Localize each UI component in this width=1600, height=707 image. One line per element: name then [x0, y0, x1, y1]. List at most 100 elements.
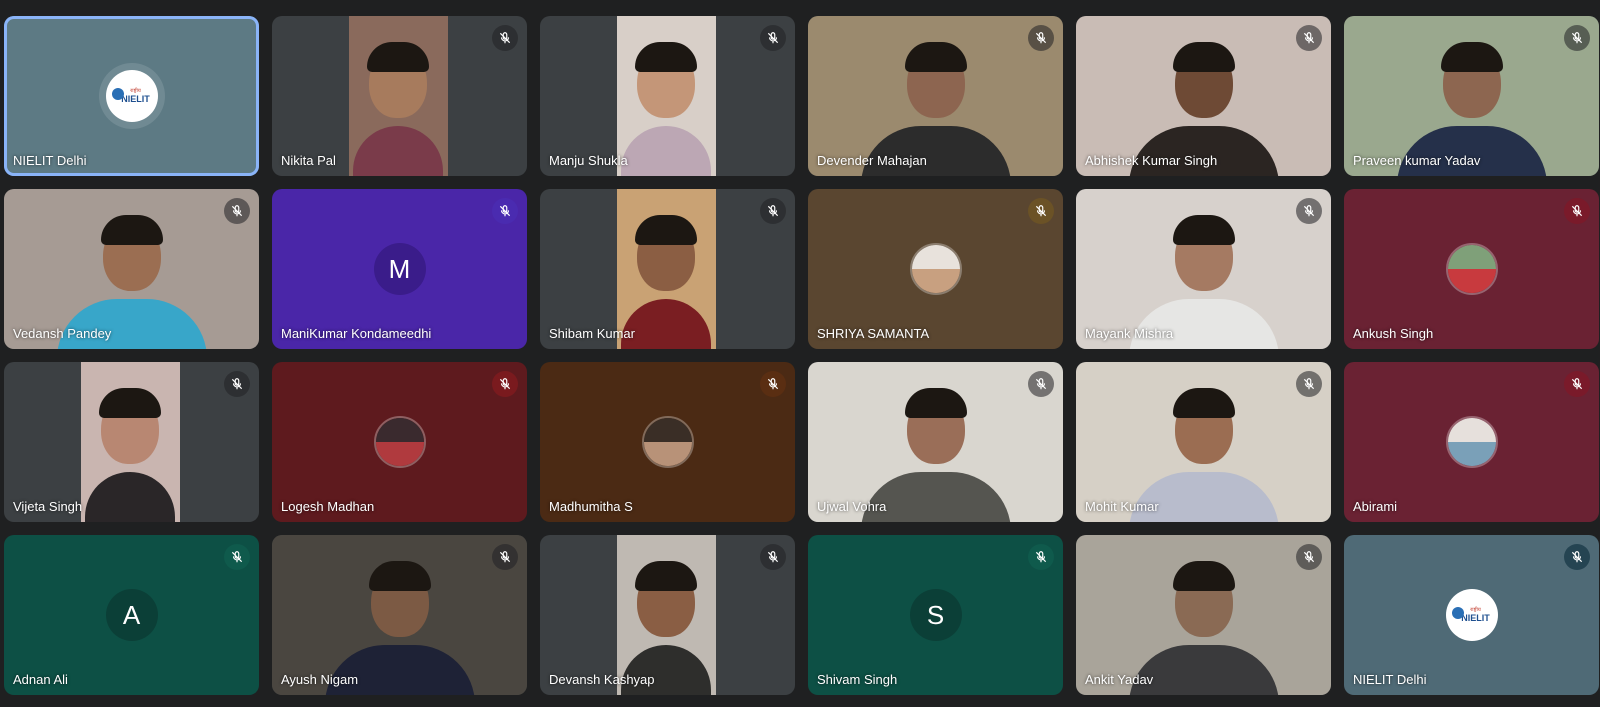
avatar: S: [909, 589, 962, 641]
mic-off-icon: [1296, 25, 1322, 51]
participant-tile[interactable]: Devansh Kashyap: [540, 535, 795, 695]
participant-name: Ayush Nigam: [281, 672, 359, 687]
mic-off-icon: [1296, 371, 1322, 397]
avatar: [1445, 416, 1498, 468]
mic-off-icon: [1028, 544, 1054, 570]
participant-tile[interactable]: Ankush Singh: [1344, 189, 1599, 349]
mic-off-icon: [492, 544, 518, 570]
avatar: [373, 416, 426, 468]
participant-name: Shibam Kumar: [549, 326, 635, 341]
video-feed: [1076, 189, 1331, 349]
participant-tile[interactable]: Mayank Mishra: [1076, 189, 1331, 349]
mic-off-icon: [224, 544, 250, 570]
participant-tile[interactable]: M ManiKumar Kondameedhi: [272, 189, 527, 349]
participant-name: SHRIYA SAMANTA: [817, 326, 930, 341]
mic-off-icon: [492, 371, 518, 397]
participant-tile[interactable]: Vedansh Pandey: [4, 189, 259, 349]
participant-name: Devender Mahajan: [817, 153, 927, 168]
globe-icon: [111, 88, 124, 100]
participant-tile[interactable]: Devender Mahajan: [808, 16, 1063, 176]
mic-off-icon: [760, 198, 786, 224]
mic-off-icon: [760, 544, 786, 570]
participant-tile[interactable]: Ayush Nigam: [272, 535, 527, 695]
participant-name: Ankit Yadav: [1085, 672, 1154, 687]
mic-off-icon: [224, 371, 250, 397]
participant-name: Devansh Kashyap: [549, 672, 655, 687]
participant-name: Abirami: [1353, 499, 1398, 514]
video-feed: [4, 189, 259, 349]
participant-name: Vedansh Pandey: [13, 326, 112, 341]
participant-tile[interactable]: Logesh Madhan: [272, 362, 527, 522]
participant-name: ManiKumar Kondameedhi: [281, 326, 432, 341]
participant-tile[interactable]: S Shivam Singh: [808, 535, 1063, 695]
mic-off-icon: [224, 198, 250, 224]
participant-name: Abhishek Kumar Singh: [1085, 153, 1218, 168]
participant-name: Logesh Madhan: [281, 499, 375, 514]
participant-grid: राष्ट्रीय NIELIT NIELIT Delhi Nikita Pal …: [4, 16, 1599, 695]
video-feed: [808, 16, 1063, 176]
participant-name: Mayank Mishra: [1085, 326, 1174, 341]
mic-off-icon: [760, 371, 786, 397]
participant-name: Ujwal Vohra: [817, 499, 887, 514]
video-feed: [808, 362, 1063, 522]
avatar: [641, 416, 694, 468]
participant-tile[interactable]: राष्ट्रीय NIELIT NIELIT Delhi: [1344, 535, 1599, 695]
video-feed: [616, 535, 716, 695]
participant-tile[interactable]: Vijeta Singh: [4, 362, 259, 522]
mic-off-icon: [492, 25, 518, 51]
participant-name: Nikita Pal: [281, 153, 336, 168]
participant-name: Mohit Kumar: [1085, 499, 1159, 514]
mic-off-icon: [1564, 25, 1590, 51]
video-feed: [616, 16, 716, 176]
participant-tile[interactable]: Ankit Yadav: [1076, 535, 1331, 695]
mic-off-icon: [1028, 198, 1054, 224]
mic-off-icon: [1296, 198, 1322, 224]
participant-tile[interactable]: Madhumitha S: [540, 362, 795, 522]
participant-name: NIELIT Delhi: [1353, 672, 1427, 687]
participant-tile[interactable]: SHRIYA SAMANTA: [808, 189, 1063, 349]
participant-tile[interactable]: राष्ट्रीय NIELIT NIELIT Delhi: [4, 16, 259, 176]
video-feed: [616, 189, 716, 349]
mic-off-icon: [1564, 544, 1590, 570]
participant-name: Ankush Singh: [1353, 326, 1434, 341]
avatar: A: [105, 589, 158, 641]
avatar: [909, 243, 962, 295]
video-feed: [348, 16, 448, 176]
avatar: [1445, 243, 1498, 295]
nielit-logo: राष्ट्रीय NIELIT: [105, 70, 158, 122]
participant-name: Madhumitha S: [549, 499, 633, 514]
participant-tile[interactable]: Nikita Pal: [272, 16, 527, 176]
participant-name: NIELIT Delhi: [13, 153, 87, 168]
logo-text: NIELIT: [121, 94, 150, 104]
participant-tile[interactable]: Abhishek Kumar Singh: [1076, 16, 1331, 176]
video-feed: [272, 535, 527, 695]
video-feed: [80, 362, 180, 522]
participant-tile[interactable]: A Adnan Ali: [4, 535, 259, 695]
participant-name: Praveen kumar Yadav: [1353, 153, 1481, 168]
participant-name: Shivam Singh: [817, 672, 898, 687]
participant-tile[interactable]: Manju Shukla: [540, 16, 795, 176]
logo-text: NIELIT: [1461, 613, 1490, 623]
mic-off-icon: [760, 25, 786, 51]
participant-tile[interactable]: Abirami: [1344, 362, 1599, 522]
participant-name: Adnan Ali: [13, 672, 68, 687]
video-feed: [1076, 16, 1331, 176]
participant-tile[interactable]: Mohit Kumar: [1076, 362, 1331, 522]
participant-tile[interactable]: Ujwal Vohra: [808, 362, 1063, 522]
mic-off-icon: [1028, 371, 1054, 397]
mic-off-icon: [1564, 371, 1590, 397]
avatar: M: [373, 243, 426, 295]
mic-off-icon: [1296, 544, 1322, 570]
participant-tile[interactable]: Praveen kumar Yadav: [1344, 16, 1599, 176]
globe-icon: [1451, 607, 1464, 619]
video-feed: [1344, 16, 1599, 176]
nielit-logo: राष्ट्रीय NIELIT: [1445, 589, 1498, 641]
mic-off-icon: [1564, 198, 1590, 224]
video-feed: [1076, 535, 1331, 695]
participant-name: Manju Shukla: [549, 153, 628, 168]
mic-off-icon: [492, 198, 518, 224]
participant-name: Vijeta Singh: [13, 499, 83, 514]
participant-tile[interactable]: Shibam Kumar: [540, 189, 795, 349]
mic-off-icon: [1028, 25, 1054, 51]
video-feed: [1076, 362, 1331, 522]
